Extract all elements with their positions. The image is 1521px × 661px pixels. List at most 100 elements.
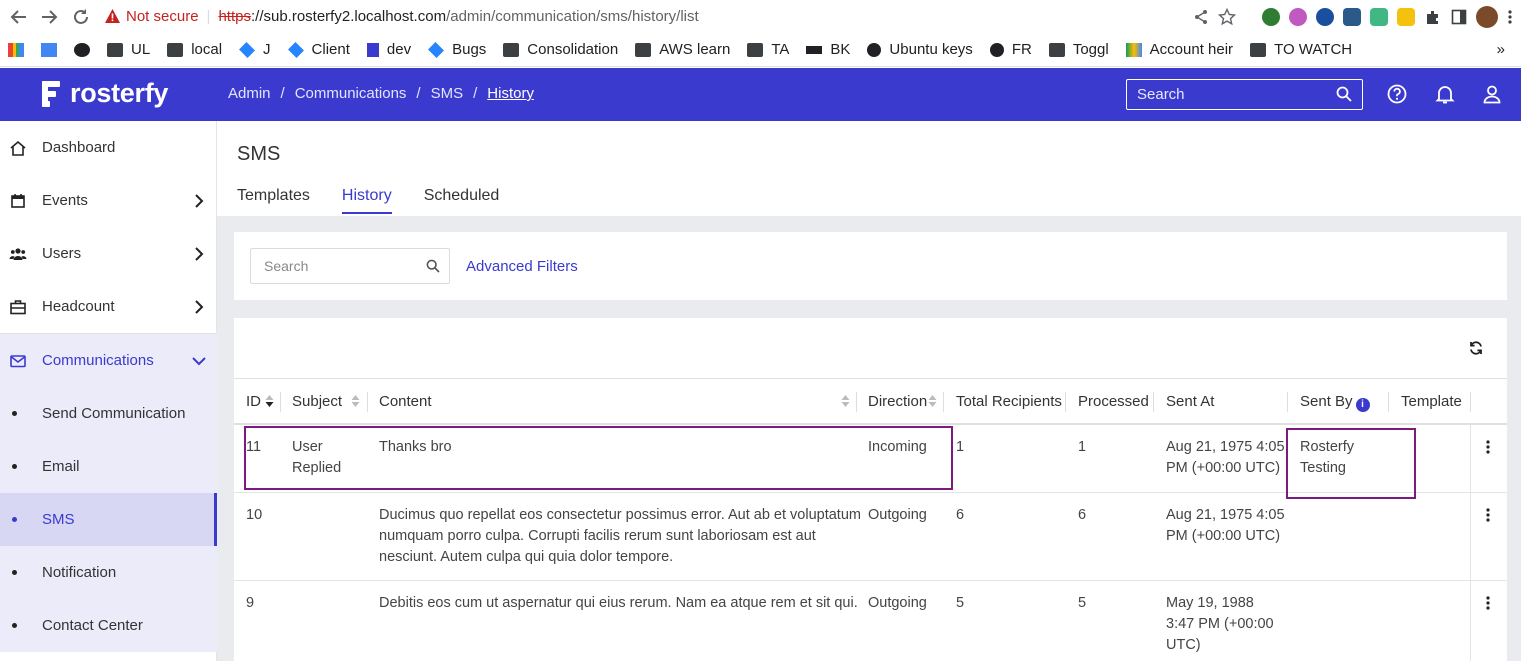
app-header: rosterfy Admin / Communications / SMS / … — [0, 68, 1521, 121]
bookmarks-more-button[interactable]: » — [1497, 41, 1505, 58]
bullet-icon — [12, 623, 17, 628]
table-row[interactable]: 10 Ducimus quo repellat eos consectetur … — [234, 493, 1507, 581]
extension-circle-icon[interactable] — [1289, 7, 1307, 26]
sidebar-item-dashboard[interactable]: Dashboard — [0, 121, 217, 174]
page-header: SMS Templates History Scheduled — [217, 121, 1521, 216]
global-search-input[interactable] — [1126, 79, 1363, 110]
star-icon[interactable] — [1218, 7, 1236, 26]
extension-bars-icon[interactable] — [1343, 7, 1361, 26]
sidebar-item-email[interactable]: Email — [0, 440, 217, 493]
bookmark-ta[interactable]: TA — [747, 41, 789, 58]
tab-templates[interactable]: Templates — [237, 187, 310, 214]
cell-content: Ducimus quo repellat eos consectetur pos… — [379, 507, 861, 565]
chevron-right-icon — [195, 299, 204, 314]
rosterfy-logo-icon — [42, 79, 64, 109]
breadcrumb-sms[interactable]: SMS — [431, 85, 464, 102]
sidebar-item-sms[interactable]: SMS — [0, 493, 217, 546]
extension-vue-icon[interactable] — [1370, 7, 1388, 26]
bookmark-local[interactable]: local — [167, 41, 222, 58]
sidebar-item-communications[interactable]: Communications — [0, 334, 217, 387]
profile-avatar[interactable] — [1476, 5, 1498, 28]
bookmark-ubuntu-keys[interactable]: Ubuntu keys — [867, 41, 973, 58]
sidebar-item-events[interactable]: Events — [0, 174, 217, 227]
help-icon[interactable] — [1386, 83, 1408, 105]
column-header-id[interactable]: ID — [246, 393, 261, 410]
browser-menu-icon[interactable] — [1507, 9, 1513, 25]
bookmark-client[interactable]: Client — [287, 41, 350, 58]
sort-desc-icon[interactable] — [265, 394, 274, 408]
not-secure-label: Not secure — [126, 8, 199, 25]
column-header-processed: Processed — [1078, 393, 1149, 410]
bell-icon[interactable] — [1434, 83, 1456, 105]
bullet-icon — [12, 464, 17, 469]
kebab-menu-icon[interactable] — [1486, 508, 1490, 522]
brand-logo[interactable]: rosterfy — [42, 78, 168, 109]
sort-icon[interactable] — [351, 394, 360, 408]
sidebar-item-send-communication[interactable]: Send Communication — [0, 387, 217, 440]
bookmark-ul[interactable]: UL — [107, 41, 150, 58]
breadcrumb-communications[interactable]: Communications — [295, 85, 407, 102]
share-icon[interactable] — [1193, 9, 1209, 25]
folder-icon — [503, 42, 520, 57]
bookmark-to-watch[interactable]: TO WATCH — [1250, 41, 1352, 58]
breadcrumb-history[interactable]: History — [487, 85, 534, 102]
cell-processed: 6 — [1078, 507, 1087, 523]
column-header-subject[interactable]: Subject — [292, 393, 342, 410]
bookmark-dev[interactable]: dev — [366, 41, 411, 58]
sort-icon[interactable] — [841, 394, 850, 408]
search-icon[interactable] — [1336, 86, 1352, 102]
user-icon[interactable] — [1481, 83, 1503, 105]
sidebar-item-headcount[interactable]: Headcount — [0, 280, 217, 333]
sidebar-panel-icon[interactable] — [1451, 9, 1467, 25]
bookmark-calendar[interactable] — [41, 42, 57, 57]
search-icon[interactable] — [426, 259, 440, 273]
bookmark-account-heir[interactable]: Account heir — [1125, 41, 1233, 58]
sidebar-item-users[interactable]: Users — [0, 227, 217, 280]
url-field[interactable]: Not secure | https://sub.rosterfy2.localho… — [104, 4, 1104, 29]
bookmark-gmail[interactable] — [8, 42, 24, 57]
forward-arrow-icon[interactable] — [38, 6, 60, 28]
briefcase-icon — [10, 299, 26, 314]
breadcrumb-admin[interactable]: Admin — [228, 85, 271, 102]
kebab-menu-icon[interactable] — [1486, 596, 1490, 610]
tab-scheduled[interactable]: Scheduled — [424, 187, 500, 214]
cell-sent-at: Aug 21, 1975 4:05 PM (+00:00 UTC) — [1166, 507, 1285, 544]
extension-clock-icon[interactable] — [1316, 7, 1334, 26]
advanced-filters-link[interactable]: Advanced Filters — [466, 258, 578, 275]
bookmark-fr[interactable]: FR — [989, 41, 1032, 58]
kebab-menu-icon[interactable] — [1486, 440, 1490, 454]
bookmark-github[interactable] — [74, 42, 90, 57]
extension-bug-icon[interactable] — [1262, 7, 1280, 26]
browser-address-bar: Not secure | https://sub.rosterfy2.localho… — [0, 0, 1521, 33]
cell-direction: Outgoing — [868, 507, 927, 523]
row-actions — [1470, 493, 1507, 580]
column-header-direction[interactable]: Direction — [868, 393, 927, 410]
bookmark-bugs[interactable]: Bugs — [428, 41, 486, 58]
tab-history[interactable]: History — [341, 187, 392, 214]
breadcrumb-separator: / — [280, 85, 285, 102]
bullet-icon — [12, 411, 17, 416]
filter-card: Advanced Filters — [234, 232, 1507, 300]
bookmark-bk[interactable]: BK — [806, 41, 850, 58]
column-header-sent-by: Sent By i — [1300, 393, 1370, 412]
bookmark-toggl[interactable]: Toggl — [1048, 41, 1109, 58]
history-search-input[interactable] — [250, 248, 450, 284]
sort-icon[interactable] — [928, 394, 937, 408]
globe-icon — [867, 42, 882, 57]
users-icon — [9, 247, 27, 260]
bookmark-j[interactable]: J — [239, 41, 271, 58]
sidebar-item-contact-center[interactable]: Contact Center — [0, 599, 217, 652]
reload-icon[interactable] — [70, 6, 92, 28]
table-row[interactable]: 9 Debitis eos cum ut aspernatur qui eius… — [234, 581, 1507, 661]
info-icon[interactable]: i — [1355, 398, 1370, 412]
back-arrow-icon[interactable] — [8, 6, 30, 28]
puzzle-icon[interactable] — [1424, 8, 1442, 26]
bookmark-consolidation[interactable]: Consolidation — [503, 41, 618, 58]
bookmark-aws-learn[interactable]: AWS learn — [635, 41, 730, 58]
extension-bulb-icon[interactable] — [1397, 7, 1415, 26]
column-header-content[interactable]: Content — [379, 393, 432, 410]
sidebar-item-notification[interactable]: Notification — [0, 546, 217, 599]
row-actions — [1470, 425, 1507, 492]
cell-content: Debitis eos cum ut aspernatur qui eius r… — [379, 595, 858, 611]
refresh-icon[interactable] — [1468, 340, 1484, 356]
